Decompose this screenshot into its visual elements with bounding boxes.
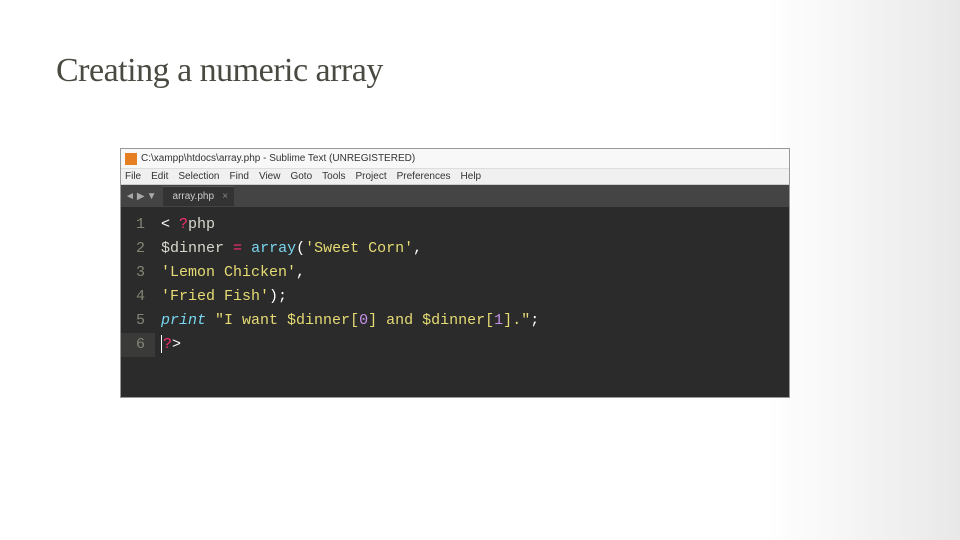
tab-nav-down-icon[interactable]: ▼: [147, 191, 157, 202]
tab-nav-left-icon[interactable]: ◄: [125, 191, 135, 202]
line-number-gutter: 1 2 3 4 5 6: [121, 207, 155, 397]
menu-help[interactable]: Help: [461, 171, 482, 182]
code-line: 'Fried Fish');: [161, 285, 781, 309]
menu-view[interactable]: View: [259, 171, 281, 182]
code-content[interactable]: < ?php $dinner = array('Sweet Corn', 'Le…: [155, 207, 789, 397]
menu-tools[interactable]: Tools: [322, 171, 345, 182]
code-area[interactable]: 1 2 3 4 5 6 < ?php $dinner = array('Swee…: [121, 207, 789, 397]
menu-file[interactable]: File: [125, 171, 141, 182]
code-line: $dinner = array('Sweet Corn',: [161, 237, 781, 261]
line-number: 1: [131, 213, 145, 237]
tab-nav-right-icon[interactable]: ▶: [137, 191, 145, 202]
menu-bar: File Edit Selection Find View Goto Tools…: [121, 169, 789, 185]
line-number: 2: [131, 237, 145, 261]
menu-edit[interactable]: Edit: [151, 171, 168, 182]
menu-project[interactable]: Project: [356, 171, 387, 182]
menu-preferences[interactable]: Preferences: [397, 171, 451, 182]
menu-find[interactable]: Find: [230, 171, 249, 182]
code-line: 'Lemon Chicken',: [161, 261, 781, 285]
tab-bar: ◄ ▶ ▼ array.php ×: [121, 185, 789, 207]
code-line: ?>: [161, 333, 781, 357]
line-number: 5: [131, 309, 145, 333]
line-number: 3: [131, 261, 145, 285]
tab-array-php[interactable]: array.php ×: [163, 186, 235, 206]
tab-label: array.php: [173, 191, 215, 202]
window-title-text: C:\xampp\htdocs\array.php - Sublime Text…: [141, 153, 415, 164]
line-number: 4: [131, 285, 145, 309]
title-bar: C:\xampp\htdocs\array.php - Sublime Text…: [121, 149, 789, 169]
app-icon: [125, 153, 137, 165]
text-cursor: [161, 335, 162, 353]
code-line: print "I want $dinner[0] and $dinner[1].…: [161, 309, 781, 333]
line-number: 6: [121, 333, 155, 357]
code-line: < ?php: [161, 213, 781, 237]
slide-title: Creating a numeric array: [56, 52, 383, 90]
menu-goto[interactable]: Goto: [290, 171, 312, 182]
tab-nav: ◄ ▶ ▼: [125, 191, 157, 202]
editor-window: C:\xampp\htdocs\array.php - Sublime Text…: [120, 148, 790, 398]
close-icon[interactable]: ×: [222, 191, 228, 202]
menu-selection[interactable]: Selection: [178, 171, 219, 182]
